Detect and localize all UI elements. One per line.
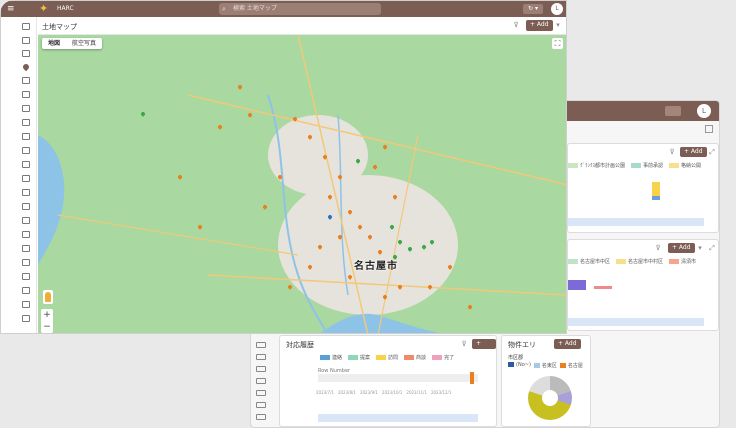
- map-panel-header: 土地マップ ⊽ + Add ▾: [38, 17, 566, 35]
- add-button[interactable]: + Add: [554, 339, 581, 349]
- nav-icon[interactable]: [22, 273, 30, 280]
- layout-icon[interactable]: [705, 125, 713, 133]
- legend: 名古屋市中区 名古屋市中村区 清須市: [568, 258, 696, 265]
- bar: [652, 196, 660, 200]
- chart-card-status: ⊽ + Add ⤢ ｸﾞﾗﾝｸｽ都市計画公園 事前承認 格納公開: [567, 143, 719, 233]
- legend: ｸﾞﾗﾝｸｽ都市計画公園 事前承認 格納公開: [568, 162, 701, 169]
- history-card: 対応履歴 ⊽ + Add 連絡 提案 訪問 商談 完了 Row Number 2…: [279, 335, 497, 427]
- nav-icon[interactable]: [22, 203, 30, 210]
- nav-icon[interactable]: [22, 287, 30, 294]
- scroll-range[interactable]: [318, 414, 478, 422]
- legend: (No~) 名東区 名古屋: [508, 362, 583, 369]
- search-icon: ⌕: [222, 5, 226, 13]
- nav-icon[interactable]: [22, 189, 30, 196]
- nav-icon[interactable]: [22, 315, 30, 322]
- zoom-control: + −: [41, 309, 53, 333]
- refresh-icon[interactable]: ↻ ▾: [523, 4, 543, 14]
- back-sidebar: [251, 336, 271, 426]
- refresh-control[interactable]: [665, 106, 681, 116]
- tab-satellite[interactable]: 航空写真: [66, 38, 102, 49]
- nav-icon[interactable]: [22, 217, 30, 224]
- nav-icon[interactable]: [22, 119, 30, 126]
- topbar: ≡ ✦ HARC ⌕ 検索 土地マップ ↻ ▾ L: [1, 1, 566, 17]
- filter-icon[interactable]: ⊽: [668, 148, 676, 156]
- nav-icon[interactable]: [22, 147, 30, 154]
- tab-map[interactable]: 地図: [42, 38, 66, 49]
- add-button[interactable]: + Add: [472, 339, 496, 357]
- zoom-out-icon[interactable]: −: [41, 321, 53, 333]
- nav-icon[interactable]: [22, 50, 30, 57]
- nav-icon[interactable]: [22, 175, 30, 182]
- property-subtitle: 市区郡: [508, 355, 524, 361]
- bar: [594, 286, 612, 289]
- app-name: HARC: [57, 5, 74, 12]
- avatar[interactable]: L: [551, 3, 563, 15]
- chart-card-area: ⊽ + Add ▾ ⤢ 名古屋市中区 名古屋市中村区 清須市: [567, 239, 719, 331]
- nav-icon[interactable]: [22, 91, 30, 98]
- zoom-in-icon[interactable]: +: [41, 309, 53, 321]
- filter-icon[interactable]: ⊽: [654, 244, 662, 252]
- avatar[interactable]: L: [697, 104, 711, 118]
- bar: [568, 280, 586, 290]
- plot-band: [318, 374, 478, 382]
- property-card: 物件エリ + Add 市区郡 (No~) 名東区 名古屋: [501, 335, 591, 427]
- hamburger-icon[interactable]: ≡: [7, 4, 17, 14]
- more-icon[interactable]: ▾: [696, 244, 704, 252]
- filter-icon[interactable]: ⊽: [512, 21, 520, 29]
- nav-icon[interactable]: [22, 105, 30, 112]
- nav-icon[interactable]: [22, 301, 30, 308]
- page-title: 土地マップ: [42, 23, 77, 31]
- add-button[interactable]: + Add: [680, 147, 707, 157]
- nav-icon[interactable]: [22, 77, 30, 84]
- sidebar: [1, 17, 37, 333]
- logo-icon: ✦: [39, 2, 49, 15]
- property-title: 物件エリ: [508, 341, 536, 349]
- expand-icon[interactable]: ⤢: [708, 148, 716, 156]
- history-title: 対応履歴: [286, 341, 314, 349]
- scroll-range[interactable]: [568, 218, 704, 226]
- scroll-range[interactable]: [568, 318, 704, 326]
- city-label: 名古屋市: [354, 261, 398, 272]
- main-window: ≡ ✦ HARC ⌕ 検索 土地マップ ↻ ▾ L 土地マップ ⊽ + Add …: [0, 0, 567, 334]
- add-button[interactable]: + Add: [668, 243, 695, 253]
- nav-icon[interactable]: [22, 259, 30, 266]
- nav-icon[interactable]: [22, 23, 30, 30]
- nav-icon[interactable]: [22, 231, 30, 238]
- nav-icon[interactable]: [22, 245, 30, 252]
- nav-icon[interactable]: [22, 133, 30, 140]
- pegman-icon[interactable]: [43, 290, 53, 304]
- nav-icon[interactable]: [22, 37, 30, 44]
- nav-icon[interactable]: [22, 161, 30, 168]
- legend: 連絡 提案 訪問 商談 完了: [320, 354, 454, 361]
- expand-icon[interactable]: ⤢: [708, 244, 716, 252]
- donut-chart: [528, 376, 572, 420]
- map-pin-icon[interactable]: [21, 62, 31, 72]
- search-input[interactable]: ⌕ 検索 土地マップ: [219, 3, 381, 15]
- filter-icon[interactable]: ⊽: [460, 340, 468, 348]
- fullscreen-icon[interactable]: ⛶: [552, 38, 563, 49]
- date-axis: 2023/7/1 2023/8/1 2023/9/1 2023/10/1 2023/11…: [316, 390, 452, 395]
- map-type-toggle: 地図 航空写真: [42, 38, 103, 49]
- map-view[interactable]: 地図 航空写真 ⛶ 名古屋市 + −: [38, 35, 566, 333]
- map-background: [38, 35, 566, 333]
- more-icon[interactable]: ▾: [554, 21, 562, 29]
- bar: [470, 372, 474, 384]
- add-button[interactable]: + Add: [526, 20, 553, 31]
- screen-frame: L ⊽ + Add ⤢ ｸﾞﾗﾝｸｽ都市計画公園 事前承認 格納公開 ⊽ + A…: [0, 0, 736, 428]
- bar: [652, 182, 660, 196]
